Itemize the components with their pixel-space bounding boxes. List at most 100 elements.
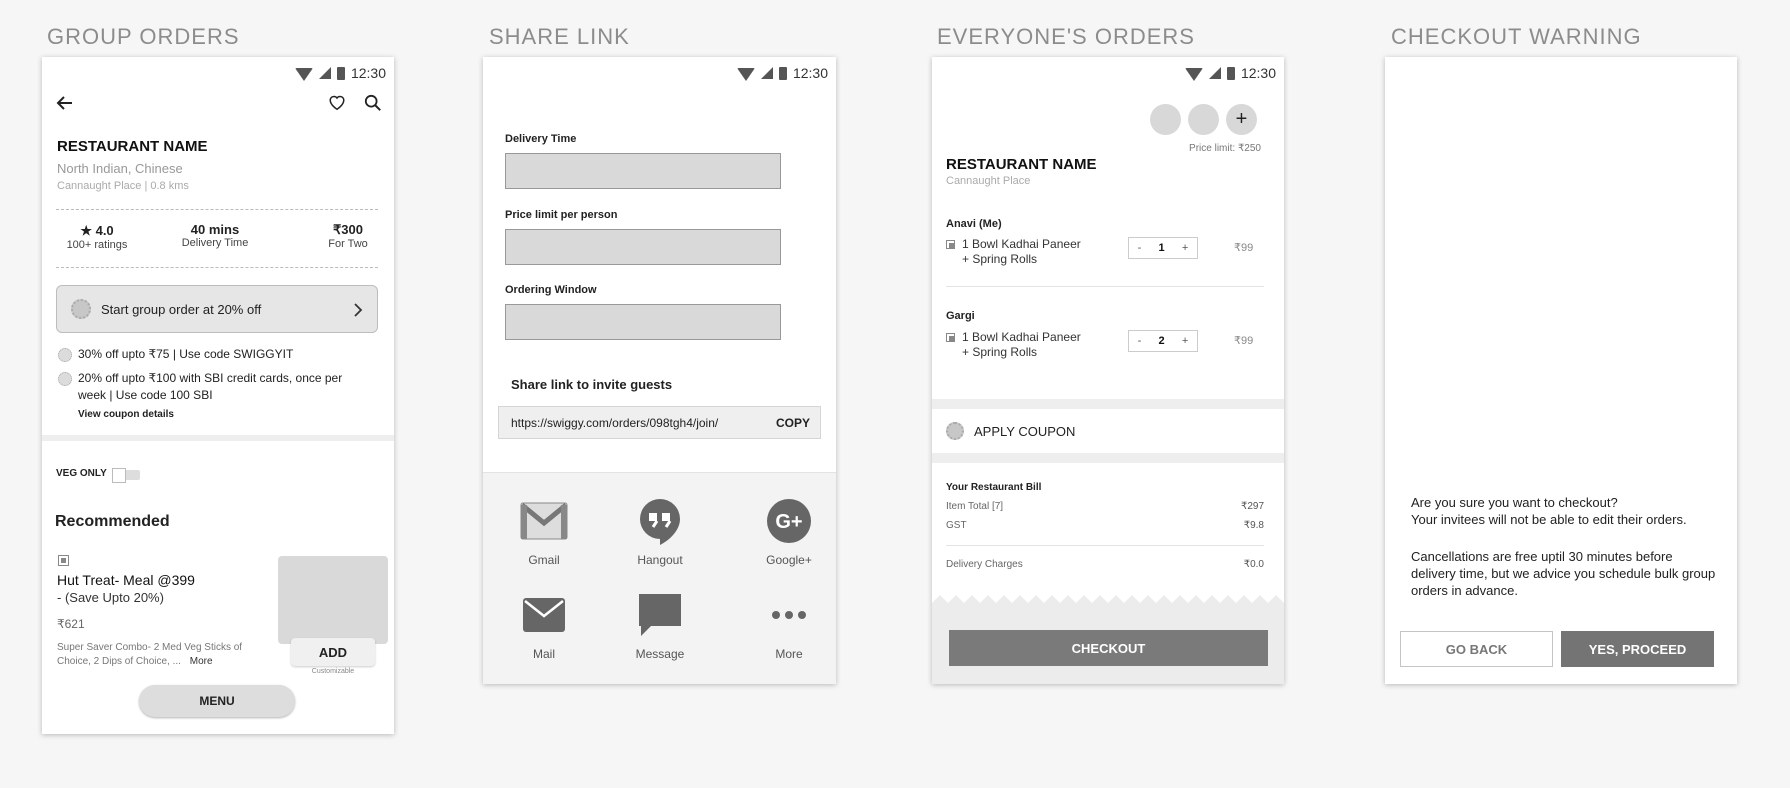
message-icon — [639, 594, 681, 636]
view-coupon-details-link[interactable]: View coupon details — [78, 409, 174, 420]
yes-proceed-button[interactable]: YES, PROCEED — [1561, 631, 1714, 667]
delivery-time-label: Delivery Time — [505, 133, 577, 145]
status-time: 12:30 — [792, 65, 828, 81]
offer-text-1: 30% off upto ₹75 | Use code SWIGGYIT — [78, 347, 294, 361]
customizable-label: Customizable — [311, 668, 355, 675]
order-price: ₹99 — [1234, 242, 1254, 254]
delivery-charges-label: Delivery Charges — [946, 559, 1023, 570]
group-orders-screen: 12:30 RESTAURANT NAME North Indian, Chin… — [42, 57, 394, 734]
share-message[interactable]: Message — [610, 591, 710, 661]
start-group-order-button[interactable]: Start group order at 20% off — [56, 285, 378, 333]
back-arrow-icon[interactable] — [56, 94, 74, 112]
search-icon[interactable] — [364, 94, 382, 112]
location-text: Cannaught Place — [946, 175, 1031, 187]
order-item: 1 Bowl Kadhai Paneer + Spring Rolls — [962, 330, 1081, 360]
section-divider — [932, 453, 1284, 463]
bill-heading: Your Restaurant Bill — [946, 482, 1042, 493]
veg-indicator-icon — [946, 240, 955, 249]
checkout-button[interactable]: CHECKOUT — [949, 630, 1268, 666]
bill-item-total-row: Item Total [7] ₹297 — [946, 501, 1264, 512]
delivery-time-field[interactable] — [505, 153, 781, 189]
share-gmail[interactable]: Gmail — [494, 497, 594, 567]
wifi-icon — [736, 67, 755, 81]
mail-label: Mail — [532, 647, 555, 661]
section-title-group-orders: GROUP ORDERS — [47, 24, 240, 49]
delivery-label: Delivery Time — [181, 237, 249, 249]
add-item-button[interactable]: ADD — [291, 638, 375, 666]
veg-only-label: VEG ONLY — [56, 468, 107, 479]
share-sheet: Gmail Hangout G+ Google+ Mail Message Mo… — [483, 472, 836, 684]
share-hangout[interactable]: Hangout — [610, 497, 710, 567]
cost-stat: ₹300 For Two — [318, 222, 378, 250]
item-subtitle: - (Save Upto 20%) — [57, 590, 164, 605]
quantity-stepper[interactable]: - 1 + — [1128, 237, 1198, 259]
battery-icon — [336, 66, 345, 80]
item-description: Super Saver Combo- 2 Med Veg Sticks of C… — [57, 641, 262, 669]
price-limit-text: Price limit: ₹250 — [1189, 143, 1261, 154]
delivery-stat: 40 mins Delivery Time — [170, 222, 260, 249]
go-back-button[interactable]: GO BACK — [1400, 631, 1553, 667]
share-link-box: https://swiggy.com/orders/098tgh4/join/ … — [498, 406, 821, 439]
order-item-line1: 1 Bowl Kadhai Paneer — [962, 237, 1081, 251]
heart-icon[interactable] — [328, 94, 346, 111]
increment-button[interactable]: + — [1182, 335, 1188, 347]
order-item: 1 Bowl Kadhai Paneer + Spring Rolls — [962, 237, 1081, 267]
add-guest-button[interactable]: + — [1226, 104, 1257, 135]
battery-icon — [1226, 66, 1235, 80]
cost-label: For Two — [328, 238, 368, 250]
decrement-button[interactable]: - — [1138, 335, 1142, 347]
divider — [946, 286, 1264, 287]
share-googleplus[interactable]: G+ Google+ — [739, 497, 836, 567]
share-url: https://swiggy.com/orders/098tgh4/join/ — [511, 415, 719, 430]
copy-button[interactable]: COPY — [776, 416, 810, 430]
gmail-icon — [520, 502, 568, 540]
hangout-icon — [640, 499, 680, 545]
item-image-placeholder — [278, 556, 388, 644]
more-label: More — [775, 647, 803, 661]
mail-icon — [523, 598, 565, 632]
message-label: Message — [635, 647, 685, 661]
cancellation-note: Cancellations are free uptil 30 minutes … — [1411, 549, 1716, 598]
divider — [56, 267, 378, 268]
avatar[interactable] — [1188, 104, 1219, 135]
price-limit-field[interactable] — [505, 229, 781, 265]
increment-button[interactable]: + — [1182, 242, 1188, 254]
section-divider — [932, 399, 1284, 409]
status-time: 12:30 — [350, 65, 386, 81]
offer-badge-icon — [58, 348, 72, 362]
item-title: Hut Treat- Meal @399 — [57, 572, 195, 588]
share-link-screen: 12:30 Delivery Time Price limit per pers… — [483, 57, 836, 684]
group-order-label: Start group order at 20% off — [101, 301, 262, 317]
hangout-label: Hangout — [637, 553, 683, 567]
share-more[interactable]: More — [739, 591, 836, 661]
bill-gst-row: GST ₹9.8 — [946, 520, 1264, 531]
google-plus-icon: G+ — [767, 499, 811, 543]
coupon-badge-icon — [946, 422, 964, 440]
veg-only-toggle[interactable] — [112, 468, 140, 483]
apply-coupon-row[interactable]: APPLY COUPON — [932, 409, 1284, 453]
decrement-button[interactable]: - — [1138, 242, 1142, 254]
avatar[interactable] — [1150, 104, 1181, 135]
item-description-text: Super Saver Combo- 2 Med Veg Sticks of C… — [57, 642, 243, 667]
offer-badge-icon — [58, 372, 72, 386]
menu-button[interactable]: MENU — [139, 685, 295, 717]
status-bar: 12:30 — [1184, 65, 1276, 81]
discount-badge-icon — [71, 299, 91, 319]
item-more-link[interactable]: More — [190, 656, 213, 667]
warning-question: Are you sure you want to checkout? Your … — [1411, 494, 1721, 528]
ordering-window-field[interactable] — [505, 304, 781, 340]
battery-icon — [778, 66, 787, 80]
quantity-stepper[interactable]: - 2 + — [1128, 330, 1198, 352]
cost-value: ₹300 — [333, 222, 363, 237]
item-total-label: Item Total [7] — [946, 501, 1004, 512]
share-mail[interactable]: Mail — [494, 591, 594, 661]
delivery-charges-value: ₹0.0 — [1243, 559, 1264, 570]
quantity-value: 2 — [1158, 335, 1165, 347]
cellular-icon — [760, 67, 773, 79]
veg-indicator-icon — [58, 555, 69, 566]
ordering-window-label: Ordering Window — [505, 284, 597, 296]
section-title-everyones-orders: EVERYONE'S ORDERS — [937, 24, 1195, 49]
section-title-share-link: SHARE LINK — [489, 24, 630, 49]
wifi-icon — [294, 67, 313, 81]
apply-coupon-label: APPLY COUPON — [974, 423, 1076, 439]
